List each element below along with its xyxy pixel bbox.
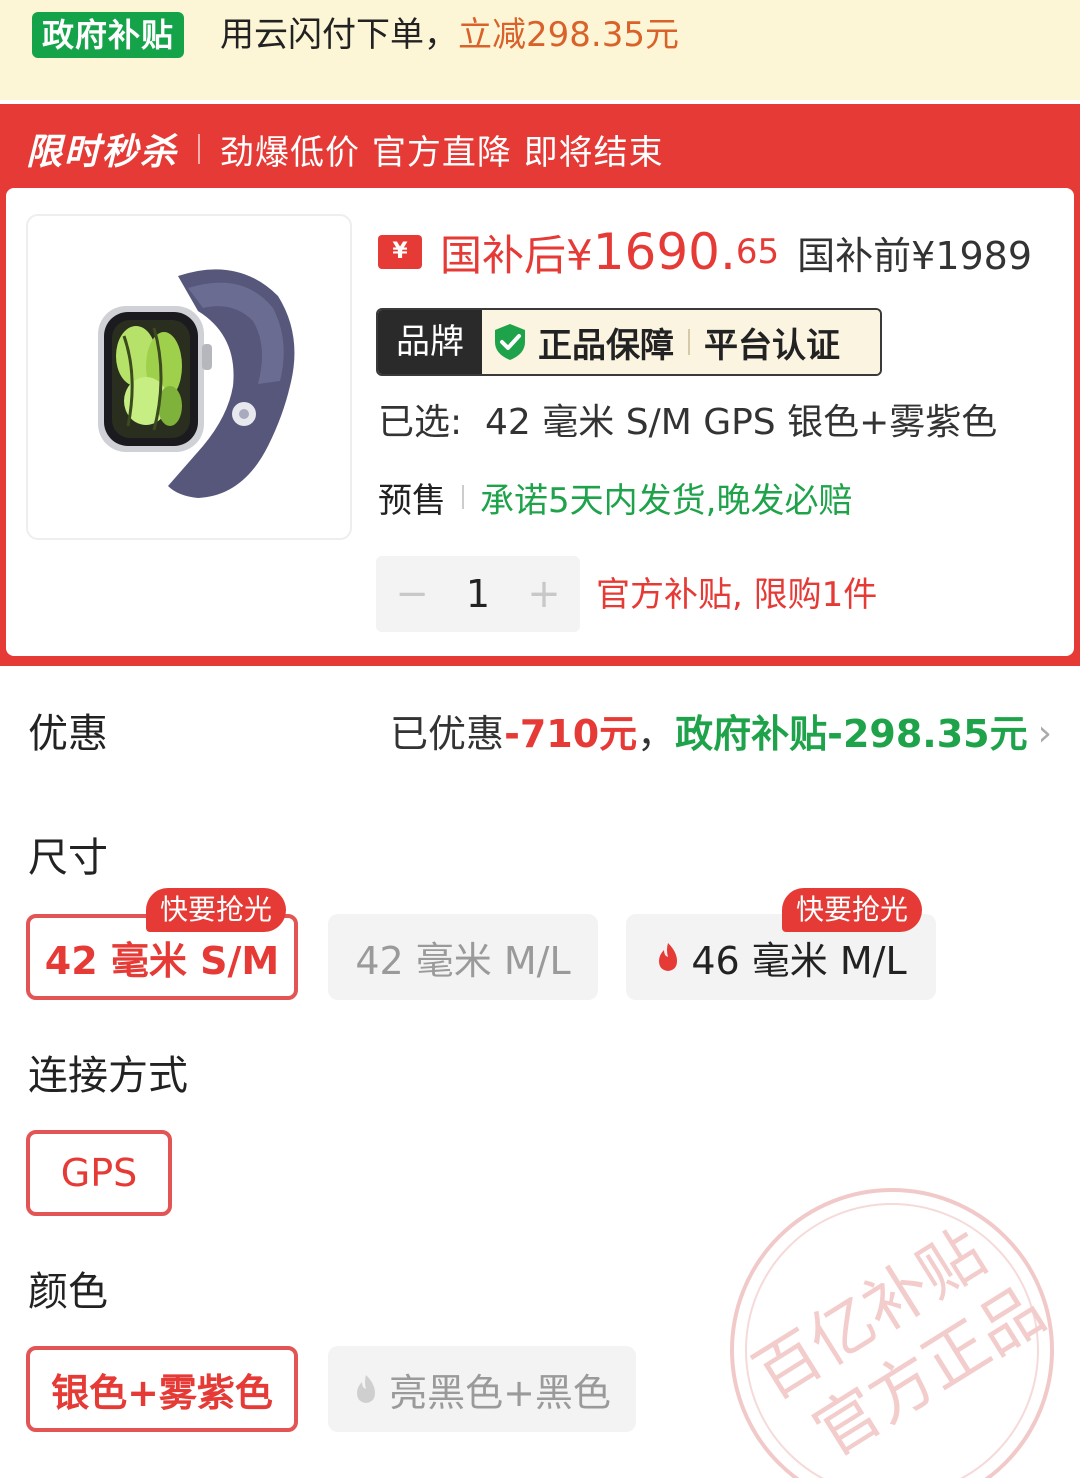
discount-separator: ， (637, 712, 676, 756)
price-row: ¥ 国补后¥ 1690. 65 国补前¥1989 (378, 222, 1032, 282)
chevron-right-icon: › (1037, 713, 1052, 754)
color-option-label: 亮黑色+黑色 (389, 1370, 611, 1415)
price-after-main: 1690. (592, 223, 736, 281)
color-option-silver-purple[interactable]: 银色+雾紫色 (26, 1346, 298, 1432)
price-after-label: 国补后¥ (440, 230, 593, 280)
shield-check-icon (495, 324, 525, 360)
flash-sale-header: 限时秒杀 劲爆低价 官方直降 即将结束 (26, 124, 664, 174)
discount-prefix: 已优惠 (390, 712, 505, 756)
flame-icon (357, 1375, 376, 1403)
size-section-title: 尺寸 (28, 835, 108, 881)
brand-label: 品牌 (378, 310, 482, 374)
price-after-decimal: 65 (735, 232, 780, 272)
yen-icon: ¥ (378, 235, 422, 269)
flash-sale-slogan: 劲爆低价 官方直降 即将结束 (220, 132, 664, 173)
size-option-label: 42 毫米 M/L (355, 938, 571, 983)
subsidy-amount: 立减298.35元 (458, 15, 679, 55)
guarantee-body: 正品保障 平台认证 (482, 310, 880, 374)
low-stock-tag: 快要抢光 (782, 888, 923, 932)
product-image[interactable] (26, 214, 352, 540)
presale-label: 预售 (378, 480, 446, 521)
discount-amount: -710元 (504, 712, 638, 756)
quantity-value[interactable]: 1 (466, 572, 490, 616)
presale-promise: 承诺5天内发货,晚发必赔 (480, 480, 853, 521)
quantity-stepper: − 1 + (376, 556, 580, 632)
quantity-plus-button[interactable]: + (524, 571, 564, 617)
subsidy-text: 用云闪付下单，立减298.35元 (220, 12, 679, 58)
color-section-title: 颜色 (28, 1269, 108, 1315)
watch-illustration (98, 269, 295, 498)
size-option-42-ml[interactable]: 42 毫米 M/L (328, 914, 598, 1000)
certified-label: 平台认证 (704, 325, 840, 366)
color-option-label: 银色+雾紫色 (51, 1370, 273, 1415)
connection-option-gps[interactable]: GPS (26, 1130, 172, 1216)
discount-summary[interactable]: 已优惠 -710元，政府补贴-298.35元 › (390, 706, 1052, 762)
color-option-black[interactable]: 亮黑色+黑色 (328, 1346, 636, 1432)
flash-sale-divider (198, 134, 201, 164)
presale-row: 预售 承诺5天内发货,晚发必赔 (378, 472, 852, 522)
selected-variant: 已选: 42 毫米 S/M GPS 银色+雾紫色 (378, 402, 998, 443)
connection-section-title: 连接方式 (28, 1053, 188, 1099)
flash-sale-title: 限时秒杀 (26, 132, 179, 173)
quantity-minus-button[interactable]: − (392, 571, 432, 617)
gov-subsidy-badge: 政府补贴 (32, 12, 185, 58)
discount-label: 优惠 (28, 711, 108, 757)
size-option-label: 42 毫米 S/M (44, 938, 280, 983)
gov-subsidy-amount: 政府补贴-298.35元 (675, 712, 1028, 756)
connection-option-label: GPS (60, 1151, 138, 1195)
guarantee-divider (688, 329, 690, 355)
guarantee-badge[interactable]: 品牌 正品保障 平台认证 (376, 308, 882, 376)
purchase-limit-text: 官方补贴, 限购1件 (596, 575, 878, 615)
low-stock-tag: 快要抢光 (146, 888, 287, 932)
price-before: 国补前¥1989 (797, 233, 1033, 278)
subsidy-text-main: 用云闪付下单， (220, 15, 458, 55)
watermark-stamp: 百亿补贴 官方正品 (730, 1188, 1058, 1478)
authentic-label: 正品保障 (538, 325, 674, 366)
subsidy-bar: 政府补贴 用云闪付下单，立减298.35元 (0, 0, 1080, 100)
flame-icon (659, 943, 678, 971)
presale-divider (462, 485, 464, 509)
size-option-label: 46 毫米 M/L (691, 938, 907, 983)
